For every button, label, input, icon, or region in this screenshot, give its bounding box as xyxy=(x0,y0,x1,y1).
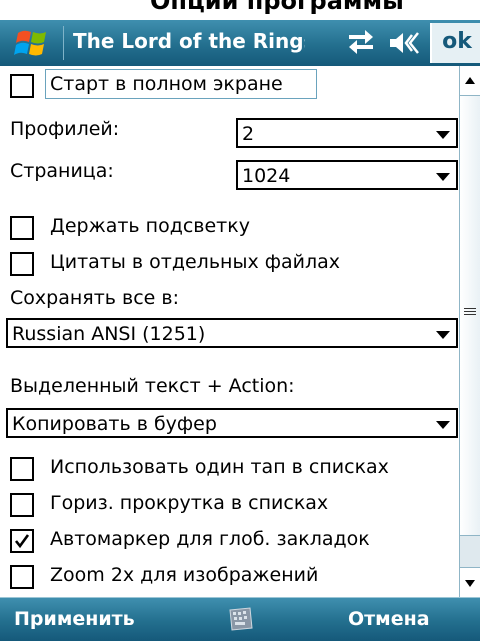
selected-text-label: Выделенный текст + Action: xyxy=(10,375,295,397)
page-value: 1024 xyxy=(242,165,291,187)
scroll-grip-icon xyxy=(464,308,476,318)
fullscreen-label: Старт в полном экране xyxy=(50,73,283,95)
single-tap-label: Использовать один тап в списках xyxy=(50,456,389,478)
app-title: The Lord of the Rings 1. F xyxy=(73,29,305,53)
automarker-checkbox[interactable] xyxy=(10,529,34,553)
quotes-label: Цитаты в отдельных файлах xyxy=(50,251,340,273)
encoding-value: Russian ANSI (1251) xyxy=(12,323,206,345)
chevron-down-icon xyxy=(436,131,450,139)
profiles-dropdown[interactable]: 2 xyxy=(236,118,458,148)
profiles-value: 2 xyxy=(242,123,255,145)
cancel-button[interactable]: Отмена xyxy=(348,598,430,641)
speaker-icon[interactable] xyxy=(388,30,420,60)
zoom-label: Zoom 2x для изображений xyxy=(50,564,319,586)
scroll-up-button[interactable] xyxy=(460,66,480,96)
page-dropdown[interactable]: 1024 xyxy=(236,160,458,190)
quotes-checkbox[interactable] xyxy=(10,252,34,276)
hscroll-checkbox[interactable] xyxy=(10,493,34,517)
cropped-heading: Опции программы xyxy=(150,0,404,15)
hscroll-label: Гориз. прокрутка в списках xyxy=(50,492,329,514)
backlight-label: Держать подсветку xyxy=(50,215,250,237)
keyboard-icon[interactable] xyxy=(226,606,254,636)
cropped-top-text: Опции программы xyxy=(0,0,480,20)
ok-button[interactable]: ok xyxy=(430,23,480,63)
chevron-down-icon xyxy=(436,173,450,181)
chevron-down-icon xyxy=(436,421,450,429)
scroll-up-arrow-icon xyxy=(465,77,475,84)
options-panel: Старт в полном экране Профилей: 2 Страни… xyxy=(0,66,459,597)
page-label: Страница: xyxy=(10,160,114,182)
scroll-down-arrow-icon xyxy=(465,580,475,587)
encoding-dropdown[interactable]: Russian ANSI (1251) xyxy=(6,318,458,348)
apply-button[interactable]: Применить xyxy=(14,598,135,641)
chevron-down-icon xyxy=(436,331,450,339)
zoom-checkbox[interactable] xyxy=(10,565,34,589)
checkmark-icon xyxy=(14,534,30,549)
action-value: Копировать в буфер xyxy=(12,413,217,435)
title-bar: The Lord of the Rings 1. F ok xyxy=(0,20,480,66)
save-all-label: Сохранять все в: xyxy=(10,287,179,309)
single-tap-checkbox[interactable] xyxy=(10,457,34,481)
automarker-label: Автомаркер для глоб. закладок xyxy=(50,528,370,550)
title-separator xyxy=(63,26,64,60)
profiles-label: Профилей: xyxy=(10,118,120,140)
scroll-thumb[interactable] xyxy=(460,96,480,536)
fullscreen-checkbox[interactable] xyxy=(10,74,34,98)
backlight-checkbox[interactable] xyxy=(10,216,34,240)
softkey-bar: Применить Отмена xyxy=(0,597,480,641)
scroll-down-button[interactable] xyxy=(460,567,480,597)
start-button[interactable] xyxy=(4,23,62,63)
vertical-scrollbar[interactable] xyxy=(459,66,480,597)
connectivity-arrows-icon[interactable] xyxy=(346,29,376,59)
windows-flag-icon xyxy=(14,30,46,56)
action-dropdown[interactable]: Копировать в буфер xyxy=(6,408,458,438)
